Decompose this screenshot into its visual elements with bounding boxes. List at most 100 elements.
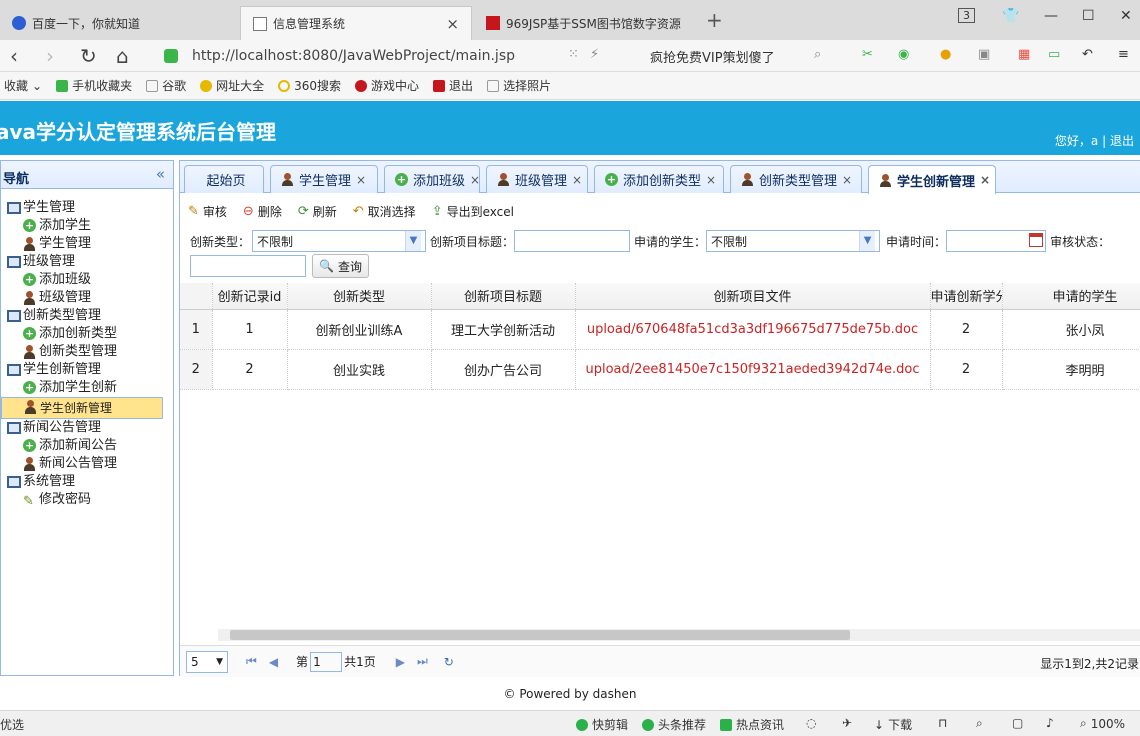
status-input[interactable] <box>190 255 306 277</box>
status-left-text[interactable]: 优选 <box>0 716 24 733</box>
column-header[interactable]: 创新项目标题 <box>431 283 576 310</box>
sidebar-item[interactable]: ✎ 修改密码 <box>1 491 173 509</box>
column-header[interactable]: 申请的学生 <box>1002 283 1140 310</box>
scrollbar-thumb[interactable] <box>230 630 850 640</box>
sidebar-group[interactable]: 系统管理 <box>1 473 173 491</box>
minimize-icon[interactable]: — <box>1044 8 1058 24</box>
close-tab-icon[interactable]: × <box>356 173 366 187</box>
status-item[interactable]: 头条推荐 <box>642 716 706 733</box>
prev-page-icon[interactable]: ◀ <box>269 655 278 669</box>
sidebar-item[interactable]: 新闻公告管理 <box>1 455 173 473</box>
refresh-icon[interactable]: ↻ <box>444 655 454 669</box>
sidebar-item[interactable]: 班级管理 <box>1 289 173 307</box>
tab-2[interactable]: + 添加班级 × <box>384 165 480 193</box>
close-tab-icon[interactable]: × <box>572 173 582 187</box>
search-icon[interactable]: ⌕ <box>814 47 821 62</box>
apps-icon[interactable]: ▦ <box>1018 47 1030 62</box>
table-row[interactable]: 1 1 创新创业训练A 理工大学创新活动 upload/670648fa51cd… <box>180 309 1140 350</box>
bird-icon[interactable]: ✈ <box>842 716 852 730</box>
refresh-button[interactable]: ⟳ 刷新 <box>298 203 337 220</box>
battery-icon[interactable]: ▭ <box>1048 47 1060 62</box>
layout-icon[interactable]: ▢ <box>1012 716 1023 730</box>
sidebar-group[interactable]: 学生管理 <box>1 199 173 217</box>
query-button[interactable]: 🔍 查询 <box>312 254 369 278</box>
picture-icon[interactable]: ▣ <box>978 47 990 62</box>
shirt-icon[interactable]: 👕 <box>1002 8 1019 24</box>
favorite-item[interactable]: 选择照片 <box>487 77 551 94</box>
coin-icon[interactable]: ● <box>940 47 951 62</box>
last-page-icon[interactable]: ⏭ <box>417 654 428 669</box>
tab-1[interactable]: 学生管理 × <box>270 165 378 193</box>
delete-button[interactable]: ⊖ 删除 <box>243 203 282 220</box>
horizontal-scrollbar[interactable] <box>218 629 1140 641</box>
undo-icon[interactable]: ↶ <box>1082 47 1093 62</box>
favorite-item[interactable]: 收藏 ⌄ <box>4 77 42 94</box>
column-header[interactable]: 申请创新学分 <box>930 283 1003 310</box>
student-select[interactable]: 不限制 ▼ <box>706 230 881 252</box>
browser-tab-baidu[interactable]: 百度一下，你就知道 <box>0 6 238 40</box>
sidebar-group[interactable]: 学生创新管理 <box>1 361 173 379</box>
back-icon[interactable]: ‹ <box>10 45 18 67</box>
sidebar-item[interactable]: + 添加班级 <box>1 271 173 289</box>
close-tab-icon[interactable]: × <box>706 173 716 187</box>
sidebar-item[interactable]: + 添加学生创新 <box>1 379 173 397</box>
maximize-icon[interactable]: ☐ <box>1082 8 1095 24</box>
forward-icon[interactable]: › <box>46 45 54 67</box>
tab-0[interactable]: 起始页 <box>184 165 264 193</box>
status-item[interactable]: ↓ 下载 <box>874 716 912 733</box>
close-tab-icon[interactable]: × <box>842 173 852 187</box>
close-window-icon[interactable]: ✕ <box>1120 8 1132 24</box>
column-header[interactable]: 创新记录id <box>212 283 288 310</box>
type-select[interactable]: 不限制 ▼ <box>252 230 427 252</box>
promo-text[interactable]: 疯抢免费VIP策划傻了 <box>650 47 775 66</box>
screenshot-icon[interactable]: ⌕ <box>976 716 983 731</box>
home-icon[interactable]: ⌂ <box>116 45 129 67</box>
table-row[interactable]: 2 2 创业实践 创办广告公司 upload/2ee81450e7c150f93… <box>180 349 1140 390</box>
tab-6[interactable]: 学生创新管理 × <box>868 165 996 194</box>
sidebar-group[interactable]: 创新类型管理 <box>1 307 173 325</box>
volume-icon[interactable]: ♪ <box>1046 716 1054 730</box>
reload-icon[interactable]: ↻ <box>80 45 97 67</box>
favorite-item[interactable]: 手机收藏夹 <box>56 77 132 94</box>
close-tab-icon[interactable]: × <box>980 173 990 187</box>
favorite-item[interactable]: 游戏中心 <box>355 77 419 94</box>
favorite-item[interactable]: 360搜索 <box>278 77 341 94</box>
favorite-item[interactable]: 退出 <box>433 77 473 94</box>
first-page-icon[interactable]: ⏮ <box>246 654 257 669</box>
close-tab-icon[interactable]: × <box>446 15 459 33</box>
sidebar-group[interactable]: 班级管理 <box>1 253 173 271</box>
new-tab-button[interactable]: + <box>706 8 723 32</box>
sidebar-item[interactable]: + 添加新闻公告 <box>1 437 173 455</box>
sidebar-item[interactable]: 创新类型管理 <box>1 343 173 361</box>
shield-icon[interactable]: ◌ <box>806 716 816 730</box>
time-input[interactable] <box>946 230 1047 252</box>
grid-icon[interactable]: ⁙ <box>568 47 579 62</box>
audit-button[interactable]: ✎ 审核 <box>188 203 227 220</box>
next-page-icon[interactable]: ▶ <box>396 655 405 669</box>
status-item[interactable]: 快剪辑 <box>576 716 628 733</box>
collapse-icon[interactable]: « <box>156 165 165 183</box>
sidebar-group[interactable]: 新闻公告管理 <box>1 419 173 437</box>
sidebar-item[interactable]: 学生管理 <box>1 235 173 253</box>
column-header[interactable]: 创新类型 <box>287 283 432 310</box>
close-tab-icon[interactable]: × <box>470 173 480 187</box>
browser-tab-main[interactable]: 信息管理系统 × <box>240 6 472 40</box>
translate-icon[interactable]: ◉ <box>898 47 909 62</box>
cancel-select-button[interactable]: ↶ 取消选择 <box>353 203 416 220</box>
cell-file-link[interactable]: upload/2ee81450e7c150f9321aeded3942d74e.… <box>575 349 931 390</box>
scissors-icon[interactable]: ✂ <box>862 47 873 62</box>
page-size-select[interactable]: 5 ▼ <box>186 650 228 673</box>
sidebar-item[interactable]: + 添加创新类型 <box>1 325 173 343</box>
favorite-item[interactable]: 谷歌 <box>146 77 186 94</box>
column-header[interactable]: 创新项目文件 <box>575 283 931 310</box>
export-button[interactable]: ⇪ 导出到excel <box>432 203 514 220</box>
sidebar-item[interactable]: 学生创新管理 <box>1 397 163 419</box>
logout-link[interactable]: 退出 <box>1110 134 1134 148</box>
tab-4[interactable]: + 添加创新类型 × <box>594 165 724 193</box>
favorite-item[interactable]: 网址大全 <box>200 77 264 94</box>
calendar-icon[interactable] <box>1029 233 1044 247</box>
cell-file-link[interactable]: upload/670648fa51cd3a3df196675d775de75b.… <box>575 309 931 350</box>
sidebar-item[interactable]: + 添加学生 <box>1 217 173 235</box>
status-item[interactable]: 热点资讯 <box>720 716 784 733</box>
status-item[interactable]: ⌕ 100% <box>1080 716 1125 731</box>
